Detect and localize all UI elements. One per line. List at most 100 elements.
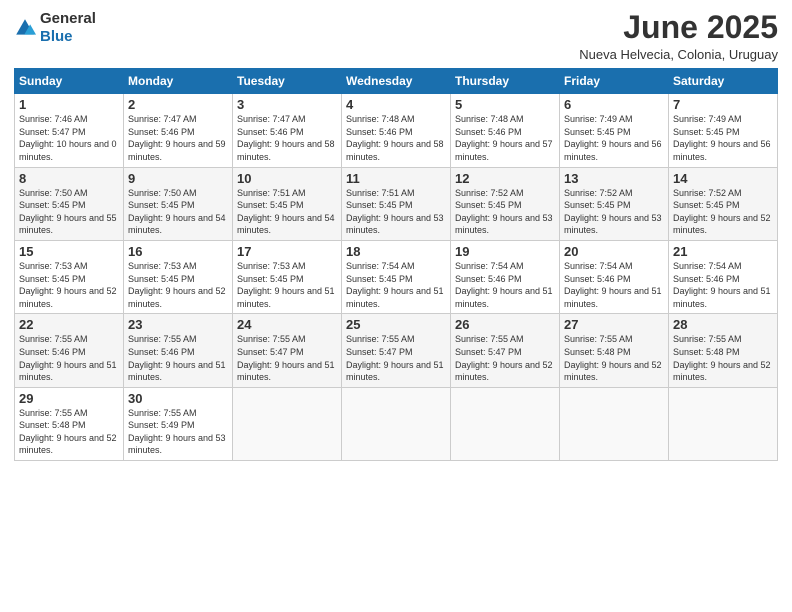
day-number: 24 <box>237 317 337 332</box>
table-row: 25 Sunrise: 7:55 AMSunset: 5:47 PMDaylig… <box>342 314 451 387</box>
day-number: 4 <box>346 97 446 112</box>
day-number: 23 <box>128 317 228 332</box>
month-title: June 2025 <box>579 10 778 45</box>
day-number: 15 <box>19 244 119 259</box>
logo: General Blue <box>14 10 96 46</box>
table-row: 11 Sunrise: 7:51 AMSunset: 5:45 PMDaylig… <box>342 167 451 240</box>
table-row: 17 Sunrise: 7:53 AMSunset: 5:45 PMDaylig… <box>233 240 342 313</box>
day-number: 6 <box>564 97 664 112</box>
table-row: 13 Sunrise: 7:52 AMSunset: 5:45 PMDaylig… <box>560 167 669 240</box>
day-info: Sunrise: 7:55 AMSunset: 5:48 PMDaylight:… <box>19 408 117 456</box>
day-number: 19 <box>455 244 555 259</box>
logo-blue: Blue <box>40 28 73 45</box>
day-number: 26 <box>455 317 555 332</box>
table-row: 20 Sunrise: 7:54 AMSunset: 5:46 PMDaylig… <box>560 240 669 313</box>
day-info: Sunrise: 7:51 AMSunset: 5:45 PMDaylight:… <box>346 188 444 236</box>
col-thursday: Thursday <box>451 69 560 94</box>
table-row: 29 Sunrise: 7:55 AMSunset: 5:48 PMDaylig… <box>15 387 124 460</box>
day-info: Sunrise: 7:46 AMSunset: 5:47 PMDaylight:… <box>19 114 117 162</box>
day-info: Sunrise: 7:55 AMSunset: 5:47 PMDaylight:… <box>237 334 335 382</box>
location: Nueva Helvecia, Colonia, Uruguay <box>579 47 778 62</box>
day-info: Sunrise: 7:55 AMSunset: 5:48 PMDaylight:… <box>564 334 662 382</box>
day-info: Sunrise: 7:54 AMSunset: 5:45 PMDaylight:… <box>346 261 444 309</box>
day-info: Sunrise: 7:54 AMSunset: 5:46 PMDaylight:… <box>673 261 771 309</box>
table-row: 9 Sunrise: 7:50 AMSunset: 5:45 PMDayligh… <box>124 167 233 240</box>
header: General Blue June 2025 Nueva Helvecia, C… <box>14 10 778 62</box>
table-row: 30 Sunrise: 7:55 AMSunset: 5:49 PMDaylig… <box>124 387 233 460</box>
day-info: Sunrise: 7:50 AMSunset: 5:45 PMDaylight:… <box>128 188 226 236</box>
day-info: Sunrise: 7:54 AMSunset: 5:46 PMDaylight:… <box>455 261 553 309</box>
col-friday: Friday <box>560 69 669 94</box>
calendar-week-row: 29 Sunrise: 7:55 AMSunset: 5:48 PMDaylig… <box>15 387 778 460</box>
table-row: 7 Sunrise: 7:49 AMSunset: 5:45 PMDayligh… <box>669 94 778 167</box>
day-number: 12 <box>455 171 555 186</box>
day-number: 18 <box>346 244 446 259</box>
day-number: 17 <box>237 244 337 259</box>
day-number: 11 <box>346 171 446 186</box>
day-info: Sunrise: 7:51 AMSunset: 5:45 PMDaylight:… <box>237 188 335 236</box>
calendar-week-row: 8 Sunrise: 7:50 AMSunset: 5:45 PMDayligh… <box>15 167 778 240</box>
day-number: 16 <box>128 244 228 259</box>
table-row: 12 Sunrise: 7:52 AMSunset: 5:45 PMDaylig… <box>451 167 560 240</box>
table-row: 4 Sunrise: 7:48 AMSunset: 5:46 PMDayligh… <box>342 94 451 167</box>
col-tuesday: Tuesday <box>233 69 342 94</box>
day-info: Sunrise: 7:54 AMSunset: 5:46 PMDaylight:… <box>564 261 662 309</box>
day-number: 22 <box>19 317 119 332</box>
day-info: Sunrise: 7:53 AMSunset: 5:45 PMDaylight:… <box>19 261 117 309</box>
table-row: 8 Sunrise: 7:50 AMSunset: 5:45 PMDayligh… <box>15 167 124 240</box>
day-number: 5 <box>455 97 555 112</box>
table-row <box>451 387 560 460</box>
table-row <box>560 387 669 460</box>
calendar-header-row: Sunday Monday Tuesday Wednesday Thursday… <box>15 69 778 94</box>
title-block: June 2025 Nueva Helvecia, Colonia, Urugu… <box>579 10 778 62</box>
col-sunday: Sunday <box>15 69 124 94</box>
day-info: Sunrise: 7:53 AMSunset: 5:45 PMDaylight:… <box>128 261 226 309</box>
day-number: 30 <box>128 391 228 406</box>
col-monday: Monday <box>124 69 233 94</box>
day-info: Sunrise: 7:49 AMSunset: 5:45 PMDaylight:… <box>673 114 771 162</box>
day-info: Sunrise: 7:48 AMSunset: 5:46 PMDaylight:… <box>346 114 444 162</box>
day-number: 13 <box>564 171 664 186</box>
table-row: 22 Sunrise: 7:55 AMSunset: 5:46 PMDaylig… <box>15 314 124 387</box>
day-number: 8 <box>19 171 119 186</box>
logo-text: General Blue <box>40 10 96 46</box>
day-info: Sunrise: 7:55 AMSunset: 5:47 PMDaylight:… <box>346 334 444 382</box>
table-row: 26 Sunrise: 7:55 AMSunset: 5:47 PMDaylig… <box>451 314 560 387</box>
day-number: 2 <box>128 97 228 112</box>
table-row <box>342 387 451 460</box>
day-info: Sunrise: 7:55 AMSunset: 5:47 PMDaylight:… <box>455 334 553 382</box>
day-number: 20 <box>564 244 664 259</box>
day-info: Sunrise: 7:55 AMSunset: 5:49 PMDaylight:… <box>128 408 226 456</box>
day-info: Sunrise: 7:52 AMSunset: 5:45 PMDaylight:… <box>455 188 553 236</box>
day-info: Sunrise: 7:52 AMSunset: 5:45 PMDaylight:… <box>564 188 662 236</box>
day-number: 9 <box>128 171 228 186</box>
day-info: Sunrise: 7:55 AMSunset: 5:46 PMDaylight:… <box>128 334 226 382</box>
col-saturday: Saturday <box>669 69 778 94</box>
table-row: 27 Sunrise: 7:55 AMSunset: 5:48 PMDaylig… <box>560 314 669 387</box>
day-number: 25 <box>346 317 446 332</box>
table-row: 15 Sunrise: 7:53 AMSunset: 5:45 PMDaylig… <box>15 240 124 313</box>
logo-general: General <box>40 10 96 27</box>
table-row: 5 Sunrise: 7:48 AMSunset: 5:46 PMDayligh… <box>451 94 560 167</box>
day-info: Sunrise: 7:53 AMSunset: 5:45 PMDaylight:… <box>237 261 335 309</box>
day-number: 3 <box>237 97 337 112</box>
table-row: 24 Sunrise: 7:55 AMSunset: 5:47 PMDaylig… <box>233 314 342 387</box>
day-number: 14 <box>673 171 773 186</box>
calendar-table: Sunday Monday Tuesday Wednesday Thursday… <box>14 68 778 461</box>
table-row: 16 Sunrise: 7:53 AMSunset: 5:45 PMDaylig… <box>124 240 233 313</box>
table-row: 3 Sunrise: 7:47 AMSunset: 5:46 PMDayligh… <box>233 94 342 167</box>
day-info: Sunrise: 7:52 AMSunset: 5:45 PMDaylight:… <box>673 188 771 236</box>
table-row: 21 Sunrise: 7:54 AMSunset: 5:46 PMDaylig… <box>669 240 778 313</box>
calendar-week-row: 22 Sunrise: 7:55 AMSunset: 5:46 PMDaylig… <box>15 314 778 387</box>
table-row: 19 Sunrise: 7:54 AMSunset: 5:46 PMDaylig… <box>451 240 560 313</box>
day-number: 29 <box>19 391 119 406</box>
page: General Blue June 2025 Nueva Helvecia, C… <box>0 0 792 612</box>
table-row: 14 Sunrise: 7:52 AMSunset: 5:45 PMDaylig… <box>669 167 778 240</box>
calendar-week-row: 1 Sunrise: 7:46 AMSunset: 5:47 PMDayligh… <box>15 94 778 167</box>
day-info: Sunrise: 7:55 AMSunset: 5:48 PMDaylight:… <box>673 334 771 382</box>
table-row: 23 Sunrise: 7:55 AMSunset: 5:46 PMDaylig… <box>124 314 233 387</box>
table-row: 1 Sunrise: 7:46 AMSunset: 5:47 PMDayligh… <box>15 94 124 167</box>
day-number: 27 <box>564 317 664 332</box>
day-info: Sunrise: 7:50 AMSunset: 5:45 PMDaylight:… <box>19 188 117 236</box>
table-row: 2 Sunrise: 7:47 AMSunset: 5:46 PMDayligh… <box>124 94 233 167</box>
